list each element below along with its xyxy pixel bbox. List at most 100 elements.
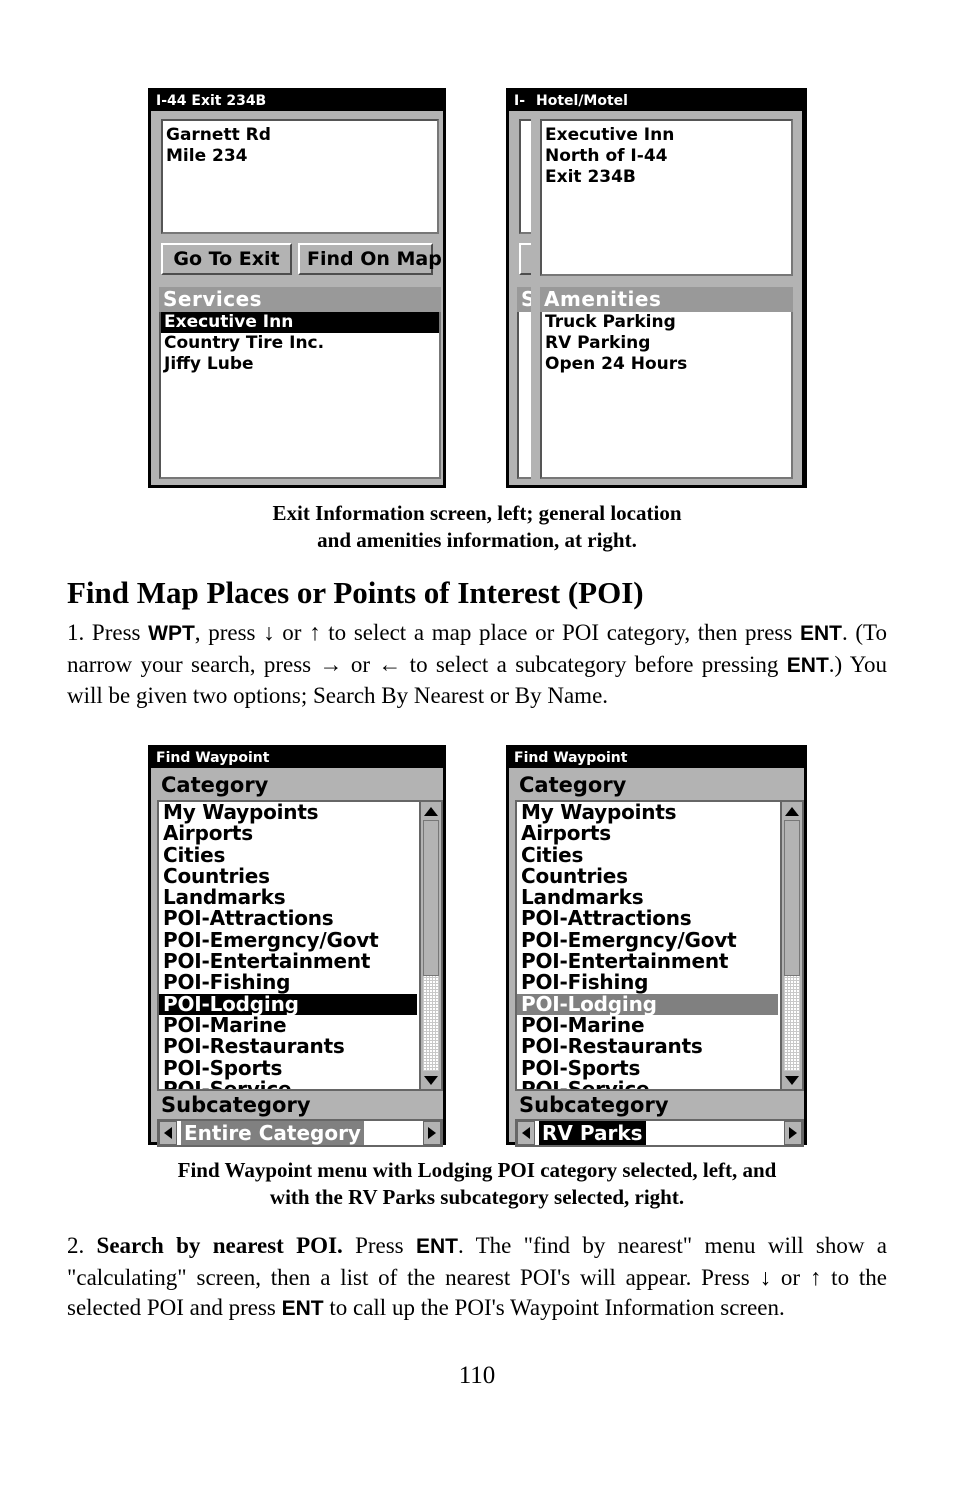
category-item[interactable]: POI-Marine bbox=[159, 1014, 417, 1036]
caption-line: and amenities information, at right. bbox=[317, 528, 637, 552]
category-item[interactable]: Landmarks bbox=[517, 886, 778, 908]
category-item[interactable]: POI-Service bbox=[517, 1078, 778, 1089]
category-item[interactable]: Landmarks bbox=[159, 886, 417, 908]
find-waypoint-screen-right[interactable]: Find Waypoint Category My Waypoints Airpo… bbox=[506, 745, 807, 1147]
scroll-up-arrow[interactable] bbox=[782, 802, 802, 820]
hotel-motel-overlay[interactable]: Hotel/Motel Executive Inn North of I-44 … bbox=[531, 91, 804, 485]
exit-information-screen[interactable]: I-44 Exit 234B Garnett Rd Mile 234 Go To… bbox=[148, 88, 446, 488]
screen-title: I-44 Exit 234B bbox=[151, 91, 443, 111]
location-line: North of I-44 bbox=[545, 146, 668, 166]
subcategory-label: Subcategory bbox=[515, 1093, 804, 1119]
para-text: 1. Press bbox=[67, 620, 149, 645]
category-item[interactable]: POI-Attractions bbox=[159, 908, 417, 930]
subcategory-selector-right[interactable]: RV Parks bbox=[515, 1119, 804, 1147]
subcategory-selector-left[interactable]: Entire Category bbox=[157, 1119, 443, 1147]
location-info-box: Executive Inn North of I-44 Exit 234B bbox=[540, 119, 793, 276]
scroll-down-arrow[interactable] bbox=[421, 1071, 441, 1089]
category-item[interactable]: POI-Sports bbox=[517, 1057, 778, 1079]
amenity-item[interactable]: RV Parking bbox=[542, 333, 791, 354]
exit-info-box: Garnett Rd Mile 234 bbox=[161, 119, 439, 234]
services-header: Services bbox=[159, 287, 441, 312]
location-line: Executive Inn bbox=[545, 125, 675, 145]
scrollbar-thumb[interactable] bbox=[423, 820, 439, 976]
page-number: 110 bbox=[458, 1362, 496, 1389]
subcategory-value-text: RV Parks bbox=[539, 1121, 646, 1145]
key-wpt: WPT bbox=[148, 622, 195, 645]
category-item[interactable]: POI-Restaurants bbox=[517, 1035, 778, 1057]
key-ent: ENT bbox=[281, 1297, 324, 1320]
category-item[interactable]: POI-Lodging bbox=[159, 993, 417, 1015]
para-text: to call up the POI's Waypoint Informatio… bbox=[323, 1295, 785, 1320]
category-list-left[interactable]: My Waypoints Airports Cities Countries Landm… bbox=[157, 800, 443, 1091]
category-item[interactable]: POI-Emergncy/Govt bbox=[517, 929, 778, 951]
location-line: Exit 234B bbox=[545, 167, 636, 187]
subcategory-value[interactable]: Entire Category bbox=[177, 1121, 423, 1145]
category-item[interactable]: POI-Attractions bbox=[517, 908, 778, 930]
para-text: , press ↓ or ↑ to select a map place or … bbox=[194, 620, 800, 645]
key-ent: ENT bbox=[415, 1235, 458, 1258]
subcategory-prev-arrow[interactable] bbox=[517, 1121, 535, 1145]
subcategory-value-text: Entire Category bbox=[181, 1121, 364, 1145]
scrollbar-thumb[interactable] bbox=[784, 820, 800, 976]
amenity-item[interactable]: Open 24 Hours bbox=[542, 354, 791, 375]
subcategory-value[interactable]: RV Parks bbox=[535, 1121, 784, 1145]
amenities-list[interactable]: Truck Parking RV Parking Open 24 Hours bbox=[540, 312, 793, 479]
category-label: Category bbox=[515, 772, 804, 799]
scrollbar-dither bbox=[784, 975, 800, 1071]
category-item[interactable]: Airports bbox=[517, 822, 778, 844]
category-item[interactable]: Airports bbox=[159, 822, 417, 844]
key-ent: ENT bbox=[799, 622, 842, 645]
category-item[interactable]: POI-Fishing bbox=[159, 972, 417, 994]
page-heading: Find Map Places or Points of Interest (P… bbox=[67, 575, 644, 610]
category-item[interactable]: POI-Sports bbox=[159, 1057, 417, 1079]
amenities-information-screen[interactable]: I- S Hotel/Motel Executive Inn North of … bbox=[506, 88, 807, 488]
category-item[interactable]: Cities bbox=[517, 844, 778, 866]
subcategory-next-arrow[interactable] bbox=[784, 1121, 802, 1145]
para-bold: Search by nearest POI. bbox=[96, 1233, 343, 1258]
scrollbar-track[interactable] bbox=[423, 820, 439, 1071]
category-item[interactable]: Countries bbox=[517, 865, 778, 887]
paragraph-step-1: 1. Press WPT, press ↓ or ↑ to select a m… bbox=[67, 618, 887, 712]
service-item[interactable]: Jiffy Lube bbox=[161, 354, 439, 375]
screen-title: Find Waypoint bbox=[509, 748, 804, 768]
category-item[interactable]: POI-Lodging bbox=[517, 993, 778, 1015]
services-list[interactable]: Executive Inn Country Tire Inc. Jiffy Lu… bbox=[159, 312, 441, 479]
category-item[interactable]: My Waypoints bbox=[517, 802, 778, 823]
category-item[interactable]: POI-Emergncy/Govt bbox=[159, 929, 417, 951]
category-item[interactable]: POI-Service bbox=[159, 1078, 417, 1089]
caption-line: with the RV Parks subcategory selected, … bbox=[269, 1185, 685, 1209]
service-item[interactable]: Country Tire Inc. bbox=[161, 333, 439, 354]
category-scrollbar[interactable] bbox=[419, 802, 441, 1089]
subcategory-label: Subcategory bbox=[157, 1093, 443, 1119]
subcategory-prev-arrow[interactable] bbox=[159, 1121, 177, 1145]
screen-title: Find Waypoint bbox=[151, 748, 443, 768]
category-item[interactable]: My Waypoints bbox=[159, 802, 417, 823]
category-item[interactable]: Countries bbox=[159, 865, 417, 887]
category-scrollbar[interactable] bbox=[780, 802, 802, 1089]
subcategory-next-arrow[interactable] bbox=[423, 1121, 441, 1145]
service-item[interactable]: Executive Inn bbox=[161, 312, 439, 333]
find-waypoint-screen-left[interactable]: Find Waypoint Category My Waypoints Airpo… bbox=[148, 745, 446, 1147]
exit-info-line: Mile 234 bbox=[166, 146, 248, 166]
category-item[interactable]: POI-Fishing bbox=[517, 972, 778, 994]
category-label: Category bbox=[157, 772, 443, 799]
overlay-title: Hotel/Motel bbox=[531, 91, 802, 111]
figure2-caption: Find Waypoint menu with Lodging POI cate… bbox=[67, 1157, 887, 1211]
go-to-exit-button[interactable]: Go To Exit bbox=[161, 243, 292, 275]
category-item[interactable]: POI-Entertainment bbox=[517, 950, 778, 972]
manual-page: I-44 Exit 234B Garnett Rd Mile 234 Go To… bbox=[0, 0, 954, 1487]
category-item[interactable]: Cities bbox=[159, 844, 417, 866]
category-item[interactable]: POI-Entertainment bbox=[159, 950, 417, 972]
scrollbar-dither bbox=[423, 975, 439, 1071]
paragraph-step-2: 2. Search by nearest POI. Press ENT. The… bbox=[67, 1231, 887, 1325]
figure1-caption: Exit Information screen, left; general l… bbox=[67, 500, 887, 554]
scroll-down-arrow[interactable] bbox=[782, 1071, 802, 1089]
amenity-item[interactable]: Truck Parking bbox=[542, 312, 791, 333]
find-on-map-button[interactable]: Find On Map bbox=[298, 243, 442, 275]
scroll-up-arrow[interactable] bbox=[421, 802, 441, 820]
para-text: Press bbox=[342, 1233, 416, 1258]
category-list-right[interactable]: My Waypoints Airports Cities Countries Landm… bbox=[515, 800, 804, 1091]
scrollbar-track[interactable] bbox=[784, 820, 800, 1071]
category-item[interactable]: POI-Restaurants bbox=[159, 1035, 417, 1057]
category-item[interactable]: POI-Marine bbox=[517, 1014, 778, 1036]
